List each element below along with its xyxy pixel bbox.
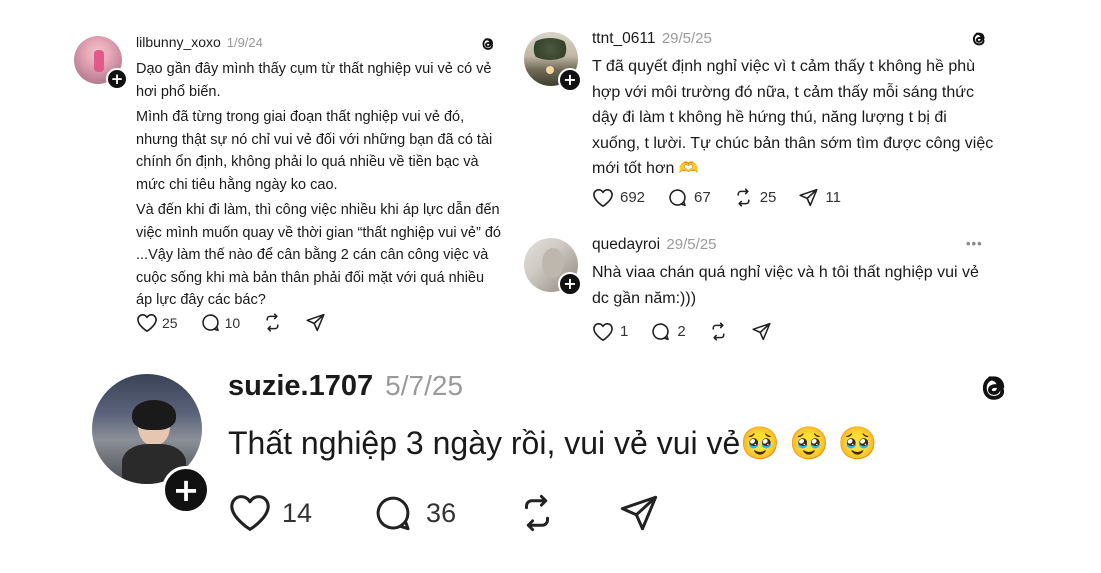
post-paragraph: Thất nghiệp 3 ngày rồi, vui vẻ vui vẻ🥹 🥹… — [228, 425, 878, 461]
post-actions: 25 10 — [136, 312, 348, 333]
reply-button[interactable]: 67 — [667, 187, 711, 208]
like-count: 14 — [282, 497, 313, 528]
reply-count: 36 — [426, 497, 457, 528]
post-username[interactable]: ttnt_0611 29/5/25 — [592, 30, 712, 48]
post-paragraph: Và đến khi đi làm, thì công việc nhiều k… — [136, 202, 501, 308]
send-icon — [620, 495, 658, 531]
share-button[interactable] — [751, 321, 772, 342]
reply-button[interactable]: 36 — [372, 492, 456, 534]
post-username[interactable]: lilbunny_xoxo 1/9/24 — [136, 34, 263, 50]
share-button[interactable] — [618, 492, 660, 534]
post-paragraph: Dạo gần đây mình thấy cụm từ thất nghiệp… — [136, 61, 492, 100]
share-button[interactable] — [305, 312, 326, 333]
follow-plus-icon[interactable]: + — [162, 466, 210, 514]
repost-button[interactable] — [708, 321, 729, 342]
reply-count: 67 — [694, 189, 711, 206]
username-text[interactable]: suzie.1707 — [228, 370, 373, 402]
post-date: 1/9/24 — [226, 35, 263, 50]
repost-count: 25 — [759, 189, 777, 206]
follow-plus-icon[interactable]: + — [106, 68, 128, 90]
like-count: 1 — [620, 323, 629, 340]
post-actions: 14 36 — [228, 492, 682, 534]
post-body: T đã quyết định nghỉ việc vì t cảm thấy … — [592, 54, 996, 185]
share-button[interactable]: 11 — [798, 187, 841, 208]
reply-count: 10 — [224, 314, 241, 331]
like-button[interactable]: 692 — [592, 188, 645, 208]
avatar[interactable]: + — [92, 374, 210, 514]
post-date: 5/7/25 — [385, 370, 464, 401]
username-text[interactable]: quedayroi — [592, 236, 660, 253]
like-count: 25 — [162, 314, 178, 331]
comment-icon — [652, 323, 670, 341]
post-paragraph: T đã quyết định nghỉ việc vì t cảm thấy … — [592, 58, 994, 177]
post-date: 29/5/25 — [661, 30, 712, 47]
post-paragraph: Mình đã từng trong giai đoạn thất nghiệp… — [136, 109, 493, 193]
follow-plus-icon[interactable]: + — [558, 272, 582, 296]
repost-button[interactable]: 25 — [733, 187, 777, 208]
more-options-button[interactable]: ••• — [966, 236, 983, 251]
like-button[interactable]: 14 — [228, 493, 312, 533]
post-date: 29/5/25 — [666, 236, 717, 253]
repost-icon — [266, 313, 279, 332]
post-card-ttnt: + ttnt_0611 29/5/25 T đã quyết định nghỉ… — [510, 12, 1010, 226]
threads-logo-icon[interactable] — [968, 28, 990, 55]
post-paragraph: Nhà viaa chán quá nghỉ việc và h tôi thấ… — [592, 264, 979, 307]
comment-icon — [376, 496, 410, 531]
like-count: 692 — [620, 189, 646, 206]
reply-button[interactable]: 10 — [200, 312, 241, 333]
like-button[interactable]: 1 — [592, 322, 628, 342]
send-icon — [752, 322, 771, 341]
avatar[interactable]: + — [524, 238, 582, 296]
threads-logo-icon[interactable] — [974, 368, 1014, 413]
like-button[interactable]: 25 — [136, 313, 178, 333]
repost-icon — [737, 188, 750, 207]
comment-icon — [201, 314, 219, 332]
post-username[interactable]: quedayroi 29/5/25 — [592, 236, 716, 254]
repost-button[interactable] — [262, 312, 283, 333]
reply-button[interactable]: 2 — [650, 321, 686, 342]
post-username[interactable]: suzie.1707 5/7/25 — [228, 370, 463, 403]
send-icon — [306, 313, 325, 332]
post-body: Nhà viaa chán quá nghỉ việc và h tôi thấ… — [592, 260, 996, 314]
comment-icon — [669, 189, 686, 207]
username-text[interactable]: ttnt_0611 — [592, 30, 656, 47]
avatar[interactable]: + — [74, 36, 128, 90]
username-text[interactable]: lilbunny_xoxo — [136, 34, 221, 50]
post-actions: 692 67 25 11 — [592, 187, 863, 208]
heart-icon — [230, 495, 270, 531]
threads-logo-icon[interactable] — [478, 34, 498, 59]
repost-icon — [712, 322, 725, 341]
reply-count: 2 — [677, 323, 686, 340]
post-card-quedayroi: + quedayroi 29/5/25 ••• Nhà viaa chán qu… — [510, 226, 1010, 346]
follow-plus-icon[interactable]: + — [558, 68, 582, 92]
heart-icon — [137, 313, 157, 332]
share-count: 11 — [825, 189, 841, 206]
heart-icon — [593, 322, 613, 341]
heart-icon — [593, 188, 613, 207]
post-card-suzie: + suzie.1707 5/7/25 Thất nghiệp 3 ngày r… — [62, 350, 1052, 566]
post-actions: 1 2 — [592, 321, 794, 342]
send-icon — [799, 188, 819, 207]
post-body: Dạo gần đây mình thấy cụm từ thất nghiệp… — [136, 58, 504, 315]
repost-icon — [525, 494, 550, 532]
post-body: Thất nghiệp 3 ngày rồi, vui vẻ vui vẻ🥹 🥹… — [228, 422, 1028, 467]
post-card-lilbunny: + lilbunny_xoxo 1/9/24 Dạo gần đây mình … — [62, 18, 510, 340]
repost-button[interactable] — [516, 492, 558, 534]
avatar[interactable]: + — [524, 32, 582, 92]
